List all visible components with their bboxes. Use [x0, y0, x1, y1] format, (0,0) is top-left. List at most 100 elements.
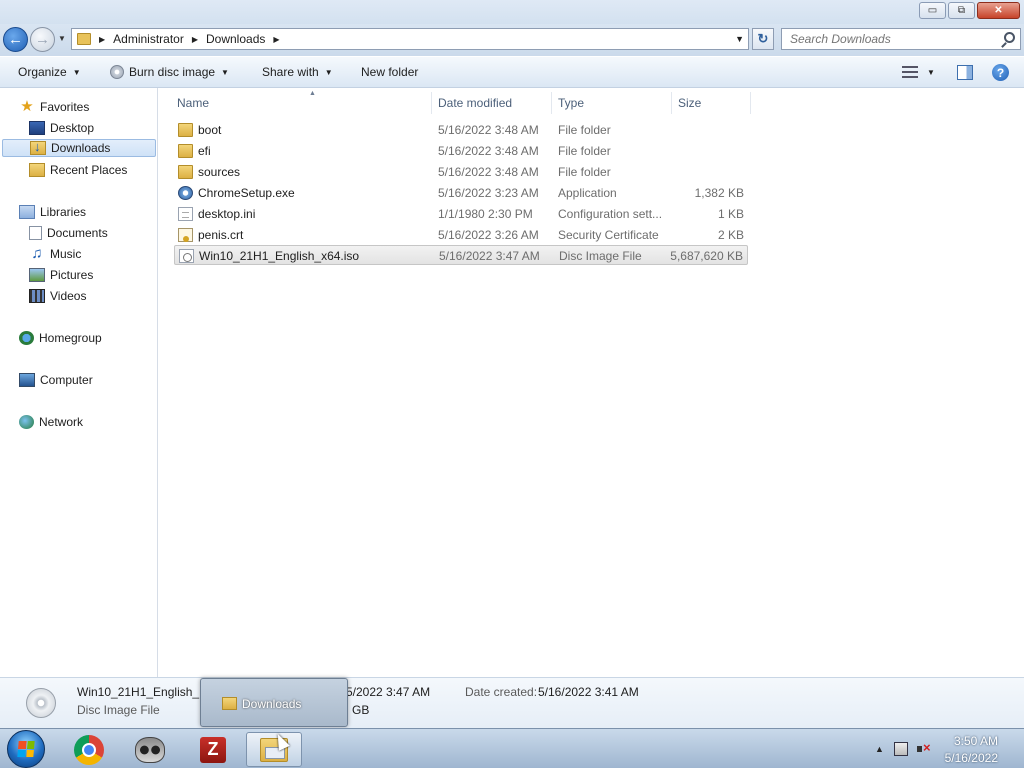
taskbar-thumbnail-preview[interactable]: Downloads	[200, 678, 348, 727]
clock-date[interactable]: 5/16/2022	[945, 751, 998, 765]
sidebar-item-label: Documents	[47, 226, 108, 240]
breadcrumb-administrator[interactable]: Administrator	[113, 32, 184, 46]
chevron-right-icon[interactable]: ▶	[273, 35, 279, 44]
breadcrumb-downloads[interactable]: Downloads	[206, 32, 265, 46]
table-row[interactable]: penis.crt 5/16/2022 3:26 AM Security Cer…	[174, 225, 748, 245]
forward-button[interactable]: →	[30, 27, 55, 52]
column-header-size[interactable]: Size	[672, 92, 751, 114]
videos-icon	[29, 289, 45, 303]
refresh-button[interactable]: ↻	[752, 28, 774, 50]
recent-pages-dropdown-icon[interactable]: ▼	[58, 34, 66, 43]
title-bar: ▭ ⧉ ✕	[0, 0, 1024, 24]
start-button[interactable]	[7, 730, 45, 768]
new-folder-button[interactable]: New folder	[361, 65, 418, 79]
view-options-icon[interactable]	[902, 66, 918, 78]
preview-pane-icon[interactable]	[957, 65, 973, 80]
column-header-type[interactable]: Type	[552, 92, 672, 114]
help-icon[interactable]: ?	[992, 64, 1009, 81]
details-date-modified: 5/2022 3:47 AM	[346, 685, 431, 699]
column-header-label: Date modified	[438, 96, 513, 110]
burn-disc-image-button[interactable]: Burn disc image ▼	[110, 65, 229, 79]
taskbar-app-raccoon[interactable]	[122, 732, 178, 767]
details-date-created-label: Date created:	[465, 685, 538, 699]
sidebar-item-computer[interactable]: Computer	[19, 371, 93, 389]
table-row[interactable]: sources 5/16/2022 3:48 AM File folder	[174, 162, 748, 182]
sidebar-item-label: Recent Places	[50, 163, 128, 177]
share-with-button[interactable]: Share with ▼	[262, 65, 333, 79]
clock-time[interactable]: 3:50 AM	[954, 734, 998, 748]
chevron-right-icon[interactable]: ▶	[99, 35, 105, 44]
star-icon: ★	[20, 98, 34, 115]
disc-image-icon	[179, 249, 194, 263]
sidebar-item-downloads[interactable]: Downloads	[2, 139, 156, 157]
disc-image-thumbnail-icon	[26, 688, 56, 718]
sidebar-item-recent-places[interactable]: Recent Places	[29, 161, 127, 179]
address-bar[interactable]: ▶ Administrator ▶ Downloads ▶ ▼	[71, 28, 749, 50]
table-row[interactable]: efi 5/16/2022 3:48 AM File folder	[174, 141, 748, 161]
chevron-down-icon: ▼	[324, 67, 333, 77]
taskbar-app-filezilla[interactable]: Z	[185, 732, 241, 767]
back-button[interactable]: ←	[3, 27, 28, 52]
sidebar-item-favorites[interactable]: ★ Favorites	[19, 98, 89, 116]
column-header-name[interactable]: Name ▲	[171, 90, 432, 114]
column-header-label: Size	[678, 96, 702, 110]
close-button[interactable]: ✕	[977, 2, 1020, 19]
chevron-right-icon[interactable]: ▶	[192, 35, 198, 44]
search-box[interactable]	[781, 28, 1021, 50]
sidebar-item-label: Downloads	[51, 141, 111, 155]
file-date: 1/1/1980 2:30 PM	[438, 207, 533, 221]
refresh-icon: ↻	[757, 31, 769, 46]
organize-button[interactable]: Organize ▼	[18, 65, 81, 79]
table-row[interactable]: boot 5/16/2022 3:48 AM File folder	[174, 120, 748, 140]
share-label: Share with	[262, 65, 319, 79]
column-header-date-modified[interactable]: Date modified	[432, 92, 552, 114]
action-center-flag-icon[interactable]	[894, 742, 908, 756]
certificate-icon	[178, 228, 193, 242]
sidebar-item-label: Desktop	[50, 121, 95, 135]
disc-icon	[110, 65, 124, 79]
file-list: Name ▲ Date modified Type Size boot 5/16…	[159, 88, 1024, 677]
sidebar-item-desktop[interactable]: Desktop	[29, 119, 94, 137]
sidebar-item-homegroup[interactable]: Homegroup	[19, 329, 102, 347]
details-date-created: 5/16/2022 3:41 AM	[538, 685, 639, 699]
table-row[interactable]: ChromeSetup.exe 5/16/2022 3:23 AM Applic…	[174, 183, 748, 203]
chevron-down-icon[interactable]: ▼	[927, 68, 935, 77]
file-size: 5,687,620 KB	[670, 249, 743, 263]
sidebar-item-label: Pictures	[50, 268, 94, 282]
sidebar-item-videos[interactable]: Videos	[29, 287, 86, 305]
file-date: 5/16/2022 3:48 AM	[438, 165, 539, 179]
show-hidden-icons-icon[interactable]: ▲	[875, 744, 884, 754]
search-input[interactable]	[782, 29, 982, 49]
sidebar-item-libraries[interactable]: Libraries	[19, 203, 86, 221]
maximize-button[interactable]: ⧉	[948, 2, 975, 19]
details-size: GB	[352, 703, 370, 717]
file-type: Configuration sett...	[558, 207, 663, 221]
address-dropdown-icon[interactable]: ▼	[735, 34, 744, 44]
file-type: File folder	[558, 123, 611, 137]
windows-logo-icon	[17, 741, 35, 757]
sidebar-item-music[interactable]: ♫ Music	[29, 245, 81, 263]
taskbar-app-chrome[interactable]	[61, 732, 117, 767]
details-file-type: Disc Image File	[77, 703, 160, 717]
volume-muted-icon[interactable]	[917, 740, 931, 756]
sidebar-item-pictures[interactable]: Pictures	[29, 266, 93, 284]
chrome-icon	[74, 734, 104, 765]
system-tray: ▲ 3:50 AM 5/16/2022	[864, 729, 1024, 768]
file-type: Disc Image File	[559, 249, 642, 263]
downloads-folder-icon	[30, 139, 46, 155]
file-name: efi	[198, 144, 211, 158]
details-pane: Win10_21H1_English_ Disc Image File 5/20…	[0, 677, 1024, 728]
file-type: File folder	[558, 144, 611, 158]
sidebar-item-documents[interactable]: Documents	[29, 224, 108, 242]
sidebar-item-network[interactable]: Network	[19, 413, 83, 431]
table-row-selected[interactable]: Win10_21H1_English_x64.iso 5/16/2022 3:4…	[174, 245, 748, 265]
sidebar-item-label: Videos	[50, 289, 87, 303]
file-type: File folder	[558, 165, 611, 179]
folder-icon	[178, 123, 193, 137]
command-bar: Organize ▼ Burn disc image ▼ Share with …	[0, 57, 1024, 88]
file-date: 5/16/2022 3:48 AM	[438, 144, 539, 158]
table-row[interactable]: desktop.ini 1/1/1980 2:30 PM Configurati…	[174, 204, 748, 224]
minimize-button[interactable]: ▭	[919, 2, 946, 19]
search-icon[interactable]	[1004, 32, 1015, 43]
recent-places-icon	[29, 163, 45, 177]
